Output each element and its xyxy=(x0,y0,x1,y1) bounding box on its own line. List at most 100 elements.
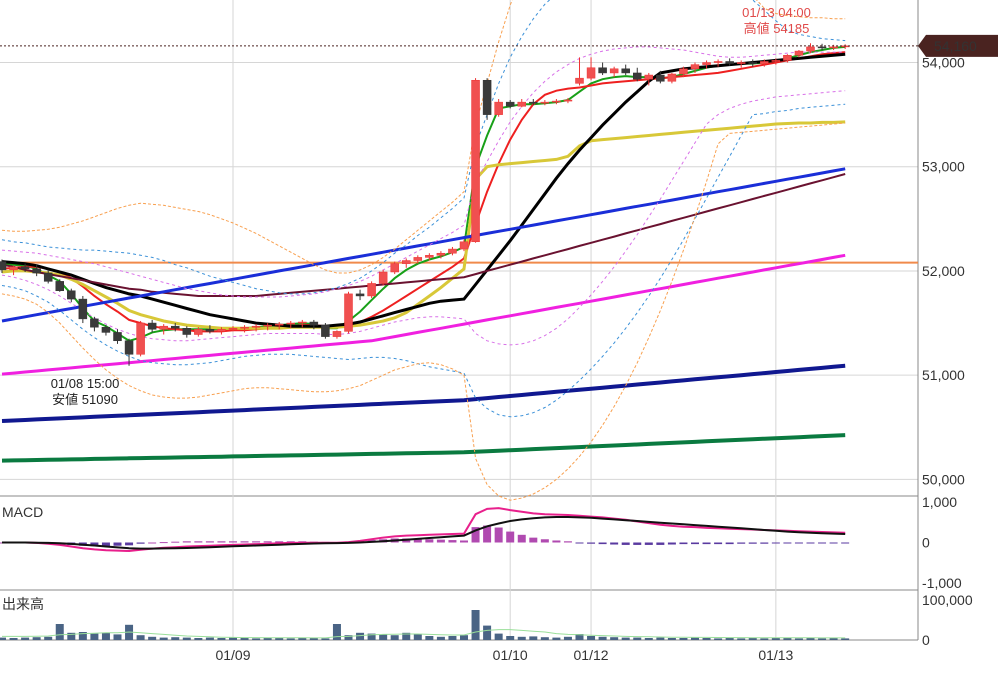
candle-body xyxy=(390,263,399,273)
volume-bar xyxy=(748,638,757,640)
grid-layer xyxy=(0,0,919,641)
candle-body xyxy=(736,62,746,64)
candle-body xyxy=(378,271,388,284)
volume-bar xyxy=(436,636,445,640)
macd-histogram-bar xyxy=(506,531,515,543)
candle-body xyxy=(182,328,192,335)
macd-histogram-bar xyxy=(517,534,526,543)
candle-body xyxy=(113,332,122,342)
macd-histogram-bar xyxy=(113,542,122,546)
x-tick-label: 01/09 xyxy=(215,647,250,663)
price-indicator-line xyxy=(1,103,846,418)
candle-body xyxy=(274,323,284,326)
macd-histogram-bar xyxy=(621,542,630,545)
price-y-tick-label: 51,000 xyxy=(922,367,965,383)
candle-body xyxy=(760,61,769,64)
volume-bar xyxy=(217,638,226,640)
volume-bar xyxy=(517,636,526,640)
volume-bar xyxy=(0,637,6,640)
candle-body xyxy=(494,101,503,115)
volume-bar xyxy=(448,636,457,640)
volume-bar xyxy=(136,635,145,640)
volume-bar xyxy=(9,638,18,640)
low-annotation-time: 01/08 15:00 xyxy=(51,376,120,391)
volume-bar xyxy=(667,638,676,640)
macd-histogram-bar xyxy=(460,540,468,543)
macd-histogram-bar xyxy=(436,539,445,543)
volume-bar xyxy=(90,633,99,640)
macd-histogram-bar xyxy=(136,542,145,544)
candle-body xyxy=(20,266,30,270)
volume-bar xyxy=(794,638,803,640)
current-price-label: 54,160 xyxy=(934,38,977,54)
macd-panel: MACD xyxy=(0,504,850,553)
candle-body xyxy=(817,46,827,49)
volume-bar xyxy=(252,638,261,640)
volume-bar xyxy=(101,632,110,640)
macd-histogram-bar xyxy=(448,540,457,543)
candle-body xyxy=(344,293,353,332)
volume-bar xyxy=(413,634,422,640)
macd-histogram-bar xyxy=(194,541,203,543)
volume-panel: 出来高 xyxy=(0,596,850,640)
volume-bar xyxy=(356,632,365,640)
price-indicator-line xyxy=(1,0,846,295)
volume-bar xyxy=(633,637,642,640)
candle-body xyxy=(609,68,619,74)
price-panel: 01/13 04:00高値 54185 01/08 15:00安値 51090 xyxy=(0,0,918,501)
macd-histogram-bar xyxy=(563,541,572,543)
candle-body xyxy=(321,324,330,337)
candle-body xyxy=(725,61,734,64)
x-tick-label: 01/13 xyxy=(758,647,793,663)
candle-body xyxy=(9,266,18,271)
volume-bar xyxy=(44,636,53,640)
volume-bar xyxy=(113,634,122,640)
stock-chart: 01/13 04:00高値 54185 01/08 15:00安値 51090 M… xyxy=(0,0,998,663)
candle-body xyxy=(679,68,688,75)
candle-body xyxy=(829,46,838,49)
candle-body xyxy=(67,290,76,300)
volume-bar xyxy=(425,636,434,640)
macd-histogram-bar xyxy=(702,542,711,545)
macd-y-tick-label: 0 xyxy=(922,535,930,551)
candle-body xyxy=(367,283,376,297)
candle-body xyxy=(517,101,526,107)
candle-body xyxy=(586,67,596,79)
candle-body xyxy=(32,268,41,274)
candle-body xyxy=(598,67,607,74)
volume-bar xyxy=(563,636,572,640)
candle-body xyxy=(240,326,249,329)
macd-histogram-bar xyxy=(587,542,596,544)
candle-body xyxy=(713,61,723,63)
candle-body xyxy=(90,318,99,328)
volume-bar xyxy=(506,636,515,640)
candle-body xyxy=(806,46,815,52)
volume-bar xyxy=(737,638,746,640)
macd-histogram-bar xyxy=(529,537,538,543)
volume-bar xyxy=(679,638,688,640)
candle-body xyxy=(263,324,272,327)
volume-bar xyxy=(205,637,214,640)
macd-histogram-bar xyxy=(159,542,168,544)
macd-histogram-bar xyxy=(125,542,134,546)
volume-bar xyxy=(379,634,388,640)
price-indicator-line xyxy=(1,167,846,323)
macd-histogram-bar xyxy=(252,541,261,543)
macd-histogram-bar xyxy=(818,542,827,544)
candle-body xyxy=(771,60,781,62)
high-annotation-time: 01/13 04:00 xyxy=(742,5,811,20)
volume-bar xyxy=(332,624,341,640)
candle-body xyxy=(0,261,7,271)
macd-histogram-bar xyxy=(806,542,815,544)
volume-bar xyxy=(691,637,699,640)
volume-bar xyxy=(714,638,723,640)
macd-histogram-bar xyxy=(667,542,676,545)
macd-histogram-bar xyxy=(829,542,838,544)
volume-bar xyxy=(321,638,330,640)
volume-bar xyxy=(21,637,30,640)
price-indicator-line xyxy=(1,0,846,274)
volume-bar xyxy=(644,638,653,640)
candle-body xyxy=(621,68,630,74)
macd-y-tick-label: -1,000 xyxy=(922,575,962,591)
candle-body xyxy=(448,248,457,254)
